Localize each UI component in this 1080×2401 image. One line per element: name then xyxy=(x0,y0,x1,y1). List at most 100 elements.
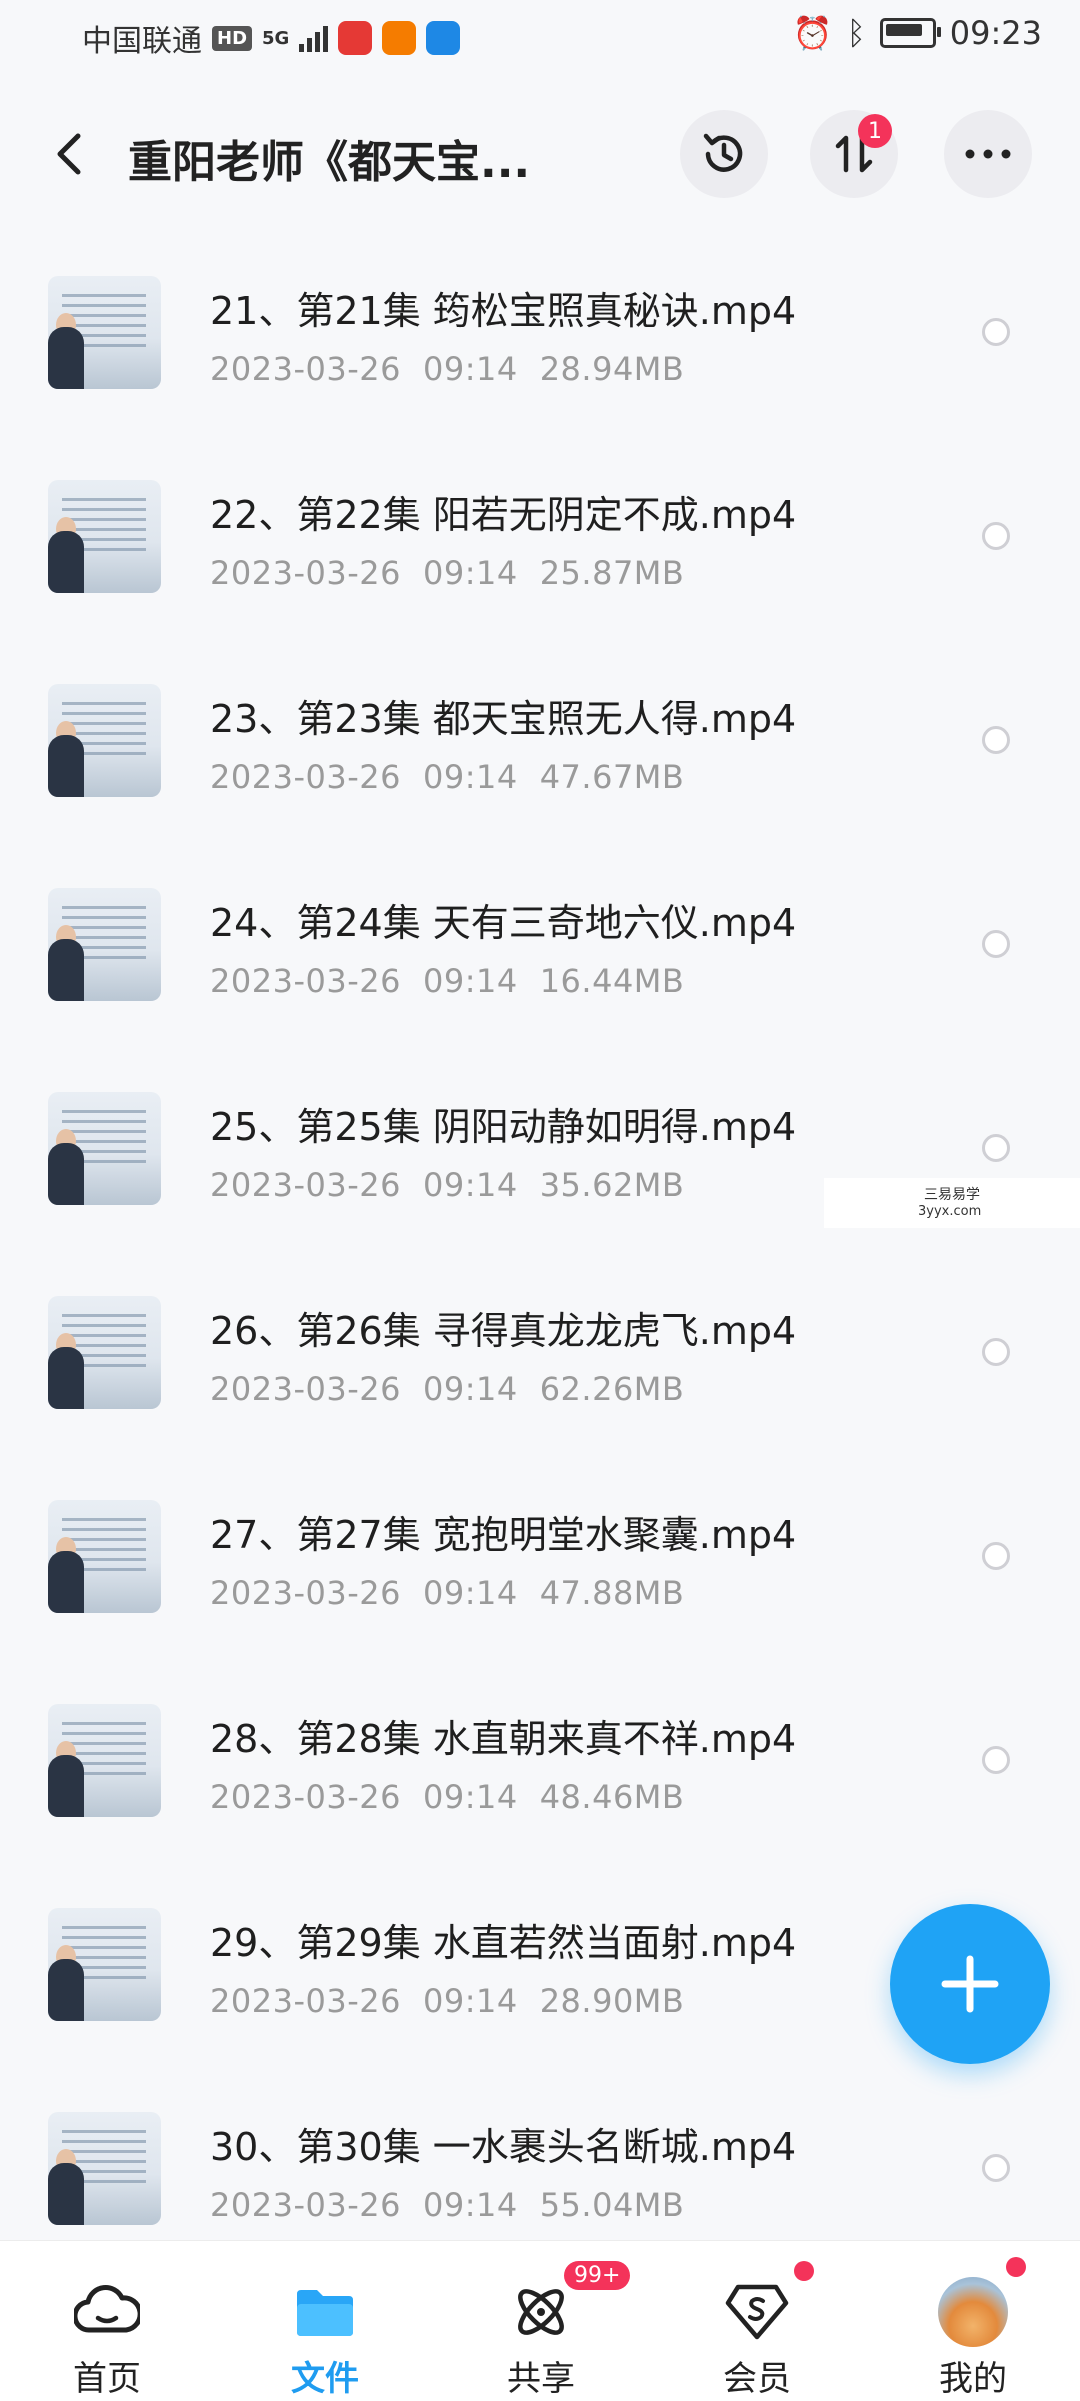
video-thumbnail xyxy=(48,1092,161,1205)
file-date: 2023-03-26 xyxy=(210,1166,401,1204)
page-title: 重阳老师《都天宝... xyxy=(128,137,531,188)
atom-icon xyxy=(506,2277,576,2347)
file-time: 09:14 xyxy=(422,962,518,1000)
more-button[interactable] xyxy=(944,110,1032,198)
file-name: 27、第27集 宽抱明堂水聚囊.mp4 xyxy=(210,1513,797,1557)
app-header: 重阳老师《都天宝... 1 xyxy=(0,104,1080,204)
nav-share[interactable]: 99+ 共享 xyxy=(466,2241,631,2401)
nav-home[interactable]: 首页 xyxy=(32,2241,182,2401)
file-size: 28.94MB xyxy=(539,350,685,388)
video-thumbnail xyxy=(48,1296,161,1409)
file-name: 25、第25集 阴阳动静如明得.mp4 xyxy=(210,1105,797,1149)
file-size: 35.62MB xyxy=(539,1166,685,1204)
history-button[interactable] xyxy=(680,110,768,198)
file-time: 09:14 xyxy=(422,1778,518,1816)
clock: 09:23 xyxy=(949,14,1042,52)
nav-home-label: 首页 xyxy=(73,2359,141,2399)
select-checkbox[interactable] xyxy=(982,726,1010,754)
nav-files[interactable]: 文件 xyxy=(250,2241,400,2401)
video-thumbnail xyxy=(48,1500,161,1613)
status-bar: 中国联通 HD 5G ⏰ ᛒ 09:23 xyxy=(0,0,1080,72)
plus-icon xyxy=(941,1955,999,2013)
file-name: 21、第21集 筠松宝照真秘诀.mp4 xyxy=(210,289,797,333)
video-thumbnail xyxy=(48,2112,161,2225)
file-date: 2023-03-26 xyxy=(210,1982,401,2020)
nav-vip[interactable]: 会员 xyxy=(682,2241,832,2401)
file-meta: 2023-03-26 09:14 48.46MB xyxy=(210,1778,684,1816)
select-checkbox[interactable] xyxy=(982,2154,1010,2182)
file-item[interactable]: 27、第27集 宽抱明堂水聚囊.mp4 2023-03-26 09:14 47.88… xyxy=(0,1474,1080,1678)
select-checkbox[interactable] xyxy=(982,1134,1010,1162)
transfer-button[interactable]: 1 xyxy=(810,110,898,198)
file-name: 29、第29集 水直若然当面射.mp4 xyxy=(210,1921,797,1965)
select-checkbox[interactable] xyxy=(982,1338,1010,1366)
file-meta: 2023-03-26 09:14 28.94MB xyxy=(210,350,684,388)
alarm-icon: ⏰ xyxy=(792,14,833,52)
vip-dot xyxy=(794,2261,814,2281)
history-icon xyxy=(703,133,743,172)
video-thumbnail xyxy=(48,1704,161,1817)
file-item[interactable]: 26、第26集 寻得真龙龙虎飞.mp4 2023-03-26 09:14 62.26… xyxy=(0,1270,1080,1474)
watermark-line2: 3yyx.com xyxy=(918,1204,982,1219)
add-button[interactable] xyxy=(890,1904,1050,2064)
file-size: 48.46MB xyxy=(539,1778,685,1816)
file-time: 09:14 xyxy=(422,2186,518,2224)
file-meta: 2023-03-26 09:14 35.62MB xyxy=(210,1166,684,1204)
file-size: 47.67MB xyxy=(539,758,685,796)
video-thumbnail xyxy=(48,1908,161,2021)
file-item[interactable]: 28、第28集 水直朝来真不祥.mp4 2023-03-26 09:14 48.46… xyxy=(0,1678,1080,1882)
file-size: 28.90MB xyxy=(539,1982,685,2020)
carrier-name: 中国联通 xyxy=(82,24,202,59)
file-item[interactable]: 24、第24集 天有三奇地六仪.mp4 2023-03-26 09:14 16.44… xyxy=(0,862,1080,1066)
file-meta: 2023-03-26 09:14 55.04MB xyxy=(210,2186,684,2224)
network-type: 5G xyxy=(262,27,290,49)
battery-icon xyxy=(879,18,941,48)
file-time: 09:14 xyxy=(422,350,518,388)
file-meta: 2023-03-26 09:14 28.90MB xyxy=(210,1982,684,2020)
file-time: 09:14 xyxy=(422,1574,518,1612)
folder-icon xyxy=(290,2277,360,2347)
file-name: 24、第24集 天有三奇地六仪.mp4 xyxy=(210,901,797,945)
file-item[interactable]: 22、第22集 阳若无阴定不成.mp4 2023-03-26 09:14 25.87… xyxy=(0,454,1080,658)
mine-dot xyxy=(1006,2257,1026,2277)
select-checkbox[interactable] xyxy=(982,522,1010,550)
share-badge: 99+ xyxy=(564,2261,631,2290)
video-thumbnail xyxy=(48,276,161,389)
file-date: 2023-03-26 xyxy=(210,1370,401,1408)
file-date: 2023-03-26 xyxy=(210,554,401,592)
status-left: 中国联通 HD 5G xyxy=(82,16,461,60)
nav-mine-label: 我的 xyxy=(939,2359,1007,2399)
file-date: 2023-03-26 xyxy=(210,2186,401,2224)
bottom-nav: 首页 文件 99+ 共享 会员 我的 xyxy=(0,2240,1080,2401)
select-checkbox[interactable] xyxy=(982,1542,1010,1570)
file-meta: 2023-03-26 09:14 47.67MB xyxy=(210,758,684,796)
file-date: 2023-03-26 xyxy=(210,350,401,388)
file-item[interactable]: 23、第23集 都天宝照无人得.mp4 2023-03-26 09:14 47.67… xyxy=(0,658,1080,862)
back-button[interactable] xyxy=(40,124,100,184)
select-checkbox[interactable] xyxy=(982,318,1010,346)
book-app-icon xyxy=(338,21,373,55)
u-app-icon xyxy=(426,21,461,55)
nav-vip-label: 会员 xyxy=(723,2359,791,2399)
file-size: 62.26MB xyxy=(539,1370,685,1408)
shopping-app-icon xyxy=(382,21,417,55)
status-right: ⏰ ᛒ 09:23 xyxy=(793,14,1042,52)
file-date: 2023-03-26 xyxy=(210,1574,401,1612)
nav-files-label: 文件 xyxy=(291,2359,359,2399)
file-meta: 2023-03-26 09:14 16.44MB xyxy=(210,962,684,1000)
file-date: 2023-03-26 xyxy=(210,758,401,796)
file-size: 47.88MB xyxy=(539,1574,685,1612)
file-meta: 2023-03-26 09:14 25.87MB xyxy=(210,554,684,592)
chevron-left-icon xyxy=(57,133,81,175)
select-checkbox[interactable] xyxy=(982,930,1010,958)
file-item[interactable]: 21、第21集 筠松宝照真秘诀.mp4 2023-03-26 09:14 28.94… xyxy=(0,250,1080,454)
select-checkbox[interactable] xyxy=(982,1746,1010,1774)
file-size: 25.87MB xyxy=(539,554,685,592)
cloud-icon xyxy=(72,2277,142,2347)
file-name: 28、第28集 水直朝来真不祥.mp4 xyxy=(210,1717,797,1761)
file-name: 26、第26集 寻得真龙龙虎飞.mp4 xyxy=(210,1309,797,1353)
nav-mine[interactable]: 我的 xyxy=(898,2241,1048,2401)
watermark-line1: 三易易学 xyxy=(924,1187,980,1203)
file-item[interactable]: 25、第25集 阴阳动静如明得.mp4 2023-03-26 09:14 35.62… xyxy=(0,1066,1080,1270)
file-name: 30、第30集 一水裹头名断城.mp4 xyxy=(210,2125,797,2169)
